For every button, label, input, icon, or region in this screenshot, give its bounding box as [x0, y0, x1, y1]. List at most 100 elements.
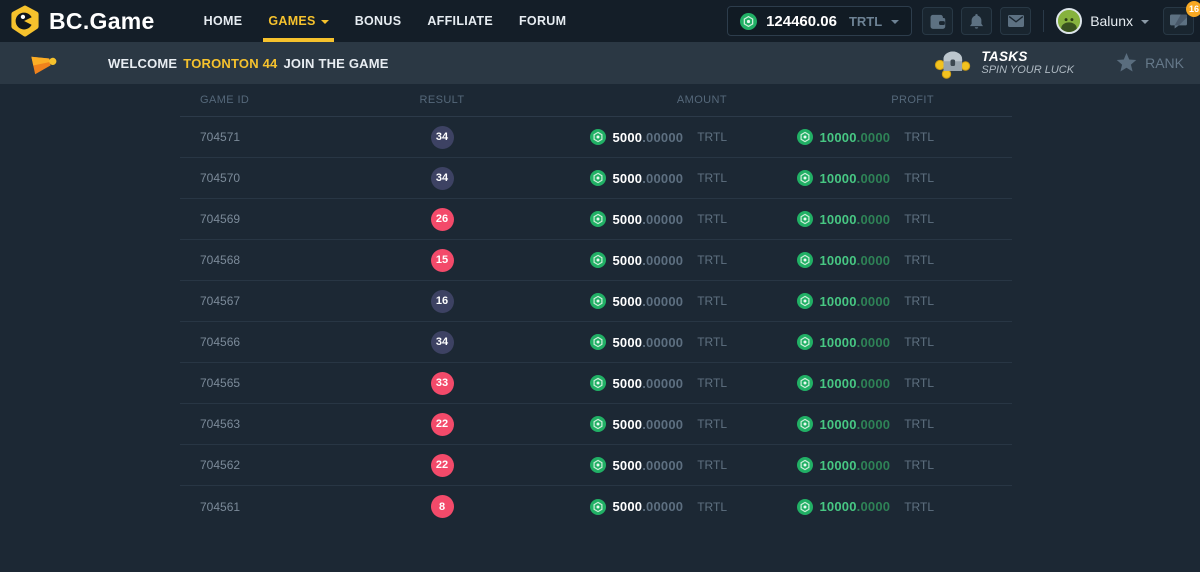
amount-int: 5000	[613, 253, 643, 268]
nav-item-bonus[interactable]: BONUS	[342, 0, 415, 42]
result-badge: 34	[431, 126, 454, 149]
tasks-text: TASKS SPIN YOUR LUCK	[981, 49, 1074, 77]
profit-currency: TRTL	[904, 417, 934, 431]
result-badge: 34	[431, 331, 454, 354]
result-badge: 34	[431, 167, 454, 190]
trtl-coin-icon	[797, 252, 813, 268]
nav-item-affiliate[interactable]: AFFILIATE	[414, 0, 506, 42]
profit-int: 10000	[820, 458, 857, 473]
trtl-coin-icon	[797, 499, 813, 515]
bell-icon	[969, 13, 984, 30]
profit-cell: 10000.0000TRTL	[727, 416, 1012, 432]
profit-currency: TRTL	[904, 294, 934, 308]
bcgame-logo-icon	[10, 5, 40, 37]
user-name: Balunx	[1090, 13, 1133, 29]
rank-button[interactable]: RANK	[1116, 53, 1184, 73]
navbar-toolbar	[922, 7, 1031, 35]
game-id: 704561	[180, 500, 387, 514]
profit-int: 10000	[820, 171, 857, 186]
result-cell: 26	[387, 208, 497, 231]
bell-button[interactable]	[961, 7, 992, 35]
profit-dec: .0000	[857, 253, 891, 268]
amount-currency: TRTL	[697, 171, 727, 185]
chevron-down-icon	[1141, 20, 1149, 24]
balance-selector[interactable]: 124460.06 TRTL	[727, 6, 912, 36]
brand[interactable]: BC.Game	[10, 5, 155, 37]
wallet-button[interactable]	[922, 7, 953, 35]
trtl-coin-icon	[590, 457, 606, 473]
profit-currency: TRTL	[904, 253, 934, 267]
tasks-button[interactable]: TASKS SPIN YOUR LUCK	[934, 48, 1074, 79]
amount-cell: 5000.00000TRTL	[497, 170, 727, 186]
profit-value: 10000.0000	[820, 294, 891, 309]
profit-currency: TRTL	[904, 212, 934, 226]
amount-int: 5000	[613, 294, 643, 309]
treasure-chest-icon	[934, 48, 971, 79]
nav-item-label: HOME	[204, 14, 243, 28]
profit-cell: 10000.0000 TRTL	[727, 457, 1012, 473]
amount-int: 5000	[613, 376, 643, 391]
table-row[interactable]: 70456185000.00000TRTL10000.0000TRTL	[180, 486, 1012, 527]
profit-int: 10000	[820, 130, 857, 145]
result-cell: 34	[387, 126, 497, 149]
chat-icon	[1170, 14, 1187, 29]
content: GAME ID RESULT AMOUNT PROFIT 70457134500…	[0, 84, 1200, 527]
brand-name: BC.Game	[49, 8, 155, 35]
profit-int: 10000	[820, 376, 857, 391]
balance-currency: TRTL	[849, 14, 882, 29]
trtl-coin-icon	[797, 375, 813, 391]
table-row[interactable]: 704569265000.00000TRTL10000.0000TRTL	[180, 199, 1012, 240]
amount-dec: .00000	[642, 253, 683, 268]
trtl-coin-icon	[590, 416, 606, 432]
table-row[interactable]: 704563225000.00000TRTL10000.0000TRTL	[180, 404, 1012, 445]
chat-button[interactable]: 16	[1163, 7, 1194, 35]
amount-currency: TRTL	[697, 253, 727, 267]
amount-dec: .00000	[642, 499, 683, 514]
profit-cell: 10000.0000TRTL	[727, 334, 1012, 350]
profit-cell: 10000.0000TRTL	[727, 375, 1012, 391]
star-icon	[1116, 53, 1137, 73]
profit-value: 10000.0000	[820, 458, 891, 473]
rank-label: RANK	[1145, 55, 1184, 71]
amount-cell: 5000.00000TRTL	[497, 334, 727, 350]
table-row[interactable]: 704567165000.00000TRTL10000.0000TRTL	[180, 281, 1012, 322]
amount-dec: .00000	[642, 294, 683, 309]
table-row[interactable]: 704568155000.00000TRTL10000.0000TRTL	[180, 240, 1012, 281]
table-row[interactable]: 704565335000.00000TRTL10000.0000TRTL	[180, 363, 1012, 404]
profit-dec: .0000	[857, 499, 891, 514]
amount-int: 5000	[613, 458, 643, 473]
amount-currency: TRTL	[697, 500, 727, 514]
nav-item-forum[interactable]: FORUM	[506, 0, 579, 42]
amount-dec: .00000	[642, 376, 683, 391]
nav-item-home[interactable]: HOME	[191, 0, 256, 42]
profit-dec: .0000	[857, 130, 891, 145]
trtl-coin-icon	[590, 334, 606, 350]
profit-dec: .0000	[857, 294, 891, 309]
profit-value: 10000.0000	[820, 499, 891, 514]
result-cell: 16	[387, 290, 497, 313]
amount-cell: 5000.00000TRTL	[497, 499, 727, 515]
balance-value: 124460.06	[766, 13, 837, 30]
tasks-title: TASKS	[981, 49, 1074, 65]
amount-currency: TRTL	[697, 417, 727, 431]
table-row[interactable]: 704566345000.00000TRTL10000.0000TRTL	[180, 322, 1012, 363]
amount-value: 5000.00000	[613, 417, 684, 432]
user-menu[interactable]: Balunx	[1056, 8, 1149, 34]
profit-currency: TRTL	[904, 335, 934, 349]
table-row[interactable]: 704571345000.00000TRTL10000.0000TRTL	[180, 117, 1012, 158]
profit-int: 10000	[820, 335, 857, 350]
profit-currency: TRTL	[904, 500, 934, 514]
table-row[interactable]: 704570345000.00000TRTL10000.0000TRTL	[180, 158, 1012, 199]
profit-currency: TRTL	[904, 458, 934, 472]
profit-int: 10000	[820, 212, 857, 227]
nav-item-games[interactable]: GAMES	[255, 0, 341, 42]
profit-value: 10000.0000	[820, 253, 891, 268]
profit-dec: .0000	[857, 376, 891, 391]
divider	[1043, 10, 1044, 32]
table-row[interactable]: 704562225000.00000TRTL10000.0000TRTL	[180, 445, 1012, 486]
profit-currency: TRTL	[904, 171, 934, 185]
nav-item-label: BONUS	[355, 14, 402, 28]
game-id: 704565	[180, 376, 387, 390]
mail-button[interactable]	[1000, 7, 1031, 35]
amount-cell: 5000.00000TRTL	[497, 293, 727, 309]
